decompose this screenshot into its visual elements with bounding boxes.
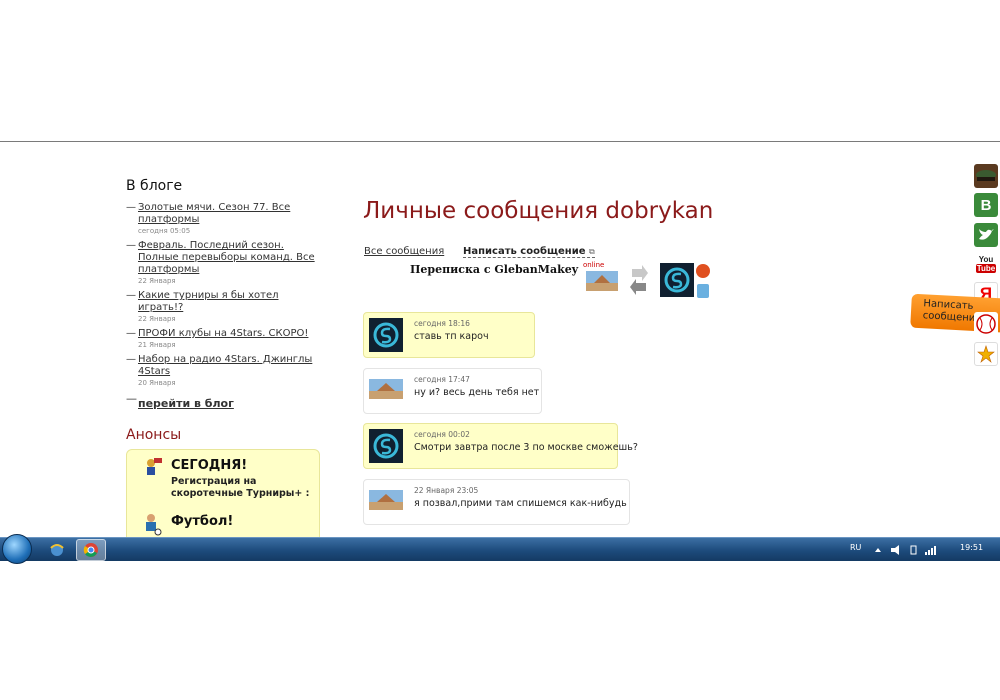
message-time: сегодня 17:47 xyxy=(414,375,470,384)
blog-date: 22 Января xyxy=(138,315,176,323)
message-time: сегодня 00:02 xyxy=(414,430,470,439)
list-dash: — xyxy=(126,202,136,213)
team-badges-icon xyxy=(696,264,710,298)
blog-date: сегодня 05:05 xyxy=(138,227,191,235)
youtube-label-top: You xyxy=(978,255,994,264)
message-item: сегодня 18:16 ставь тп кароч xyxy=(363,312,535,358)
blog-date: 22 Января xyxy=(138,277,176,285)
military-cap-icon[interactable] xyxy=(974,164,998,188)
blog-item: — Какие турниры я бы хотел играть!? 22 Я… xyxy=(126,290,321,324)
cap-shape-icon xyxy=(976,170,996,181)
list-dash: — xyxy=(126,354,136,365)
taskbar-explorer-button[interactable] xyxy=(42,539,72,561)
list-dash: — xyxy=(126,328,136,339)
youtube-label-bottom: Tube xyxy=(975,264,997,273)
favorite-star-icon[interactable] xyxy=(974,342,998,366)
sender-avatar[interactable] xyxy=(369,429,403,463)
chrome-icon xyxy=(83,543,98,557)
online-status: online xyxy=(583,261,605,269)
star-icon xyxy=(977,345,995,363)
anons-title: СЕГОДНЯ! xyxy=(171,458,248,473)
message-text: ну и? весь день тебя нет xyxy=(414,387,540,398)
message-item: сегодня 17:47 ну и? весь день тебя нет xyxy=(363,368,542,414)
write-message-label: Написать сообщение xyxy=(463,246,586,257)
user-avatar[interactable] xyxy=(660,263,694,297)
message-text: Смотри завтра после 3 по москве сможешь? xyxy=(414,442,638,453)
anons-title: Футбол! xyxy=(171,514,234,529)
sender-avatar[interactable] xyxy=(369,318,403,352)
twitter-icon[interactable] xyxy=(974,223,998,247)
sender-avatar[interactable] xyxy=(369,379,403,399)
ball-icon xyxy=(976,314,996,334)
message-text: ставь тп кароч xyxy=(414,331,489,342)
blog-link[interactable]: Набор на радио 4Stars. Джинглы 4Stars xyxy=(138,354,321,378)
left-sidebar: В блоге — Золотые мячи. Сезон 77. Все пл… xyxy=(126,178,321,549)
blog-date: 20 Января xyxy=(138,379,176,387)
list-dash: — xyxy=(126,392,137,405)
list-dash: — xyxy=(126,290,136,301)
message-time: 22 Января 23:05 xyxy=(414,486,479,495)
anons-heading: Анонсы xyxy=(126,427,182,443)
explorer-icon xyxy=(50,544,64,556)
blog-link[interactable]: ПРОФИ клубы на 4Stars. СКОРО! xyxy=(138,328,321,340)
external-link-icon: ⧉ xyxy=(588,247,595,256)
conversation-title: Переписка с GlebanMakey xyxy=(410,263,579,276)
blog-heading: В блоге xyxy=(126,178,183,194)
all-messages-link[interactable]: Все сообщения xyxy=(364,246,444,257)
swap-arrows-icon xyxy=(630,265,648,295)
language-indicator[interactable]: RU xyxy=(850,543,861,552)
blog-more: — перейти в блог xyxy=(126,392,321,411)
blog-link[interactable]: Золотые мячи. Сезон 77. Все платформы xyxy=(138,202,321,226)
sender-avatar[interactable] xyxy=(369,490,403,510)
taskbar-chrome-button[interactable] xyxy=(76,539,106,561)
message-text: я позвал,прими там спишемся как-нибудь xyxy=(414,498,627,509)
blog-link[interactable]: Февраль. Последний сезон. Полные перевыб… xyxy=(138,240,321,276)
anons-text: Регистрация на скоротечные Турниры+ : xyxy=(171,476,310,499)
message-item: сегодня 00:02 Смотри завтра после 3 по м… xyxy=(363,423,638,469)
start-button[interactable] xyxy=(2,534,32,564)
blog-item: — Золотые мячи. Сезон 77. Все платформы … xyxy=(126,202,321,236)
list-dash: — xyxy=(126,240,136,251)
anons-box: СЕГОДНЯ! Регистрация на скоротечные Турн… xyxy=(126,449,320,549)
blog-link[interactable]: Какие турниры я бы хотел играть!? xyxy=(138,290,321,314)
go-to-blog-link[interactable]: перейти в блог xyxy=(138,397,234,410)
message-time: сегодня 18:16 xyxy=(414,319,470,328)
blog-item: — Февраль. Последний сезон. Полные перев… xyxy=(126,240,321,286)
browser-page: В блоге — Золотые мячи. Сезон 77. Все пл… xyxy=(0,141,1000,561)
youtube-icon[interactable]: You Tube xyxy=(974,252,998,276)
blog-item: — Набор на радио 4Stars. Джинглы 4Stars … xyxy=(126,354,321,388)
page-title: Личные сообщения dobrykan xyxy=(363,198,714,224)
baseball-icon[interactable] xyxy=(974,312,998,336)
write-message-link[interactable]: Написать сообщение ⧉ xyxy=(463,246,595,258)
blog-date: 21 Января xyxy=(138,341,176,349)
windows-taskbar: RU 19:51 xyxy=(0,534,1000,564)
tournament-icon xyxy=(147,458,162,475)
message-item: 22 Января 23:05 я позвал,прими там спише… xyxy=(363,479,630,525)
blog-item: — ПРОФИ клубы на 4Stars. СКОРО! 21 Январ… xyxy=(126,328,321,350)
vk-icon[interactable]: В xyxy=(974,193,998,217)
football-player-icon xyxy=(146,514,162,536)
bird-icon xyxy=(979,229,994,240)
system-clock[interactable]: 19:51 xyxy=(960,543,983,552)
tray-icons[interactable] xyxy=(873,545,941,555)
interlocutor-avatar[interactable] xyxy=(586,271,618,291)
